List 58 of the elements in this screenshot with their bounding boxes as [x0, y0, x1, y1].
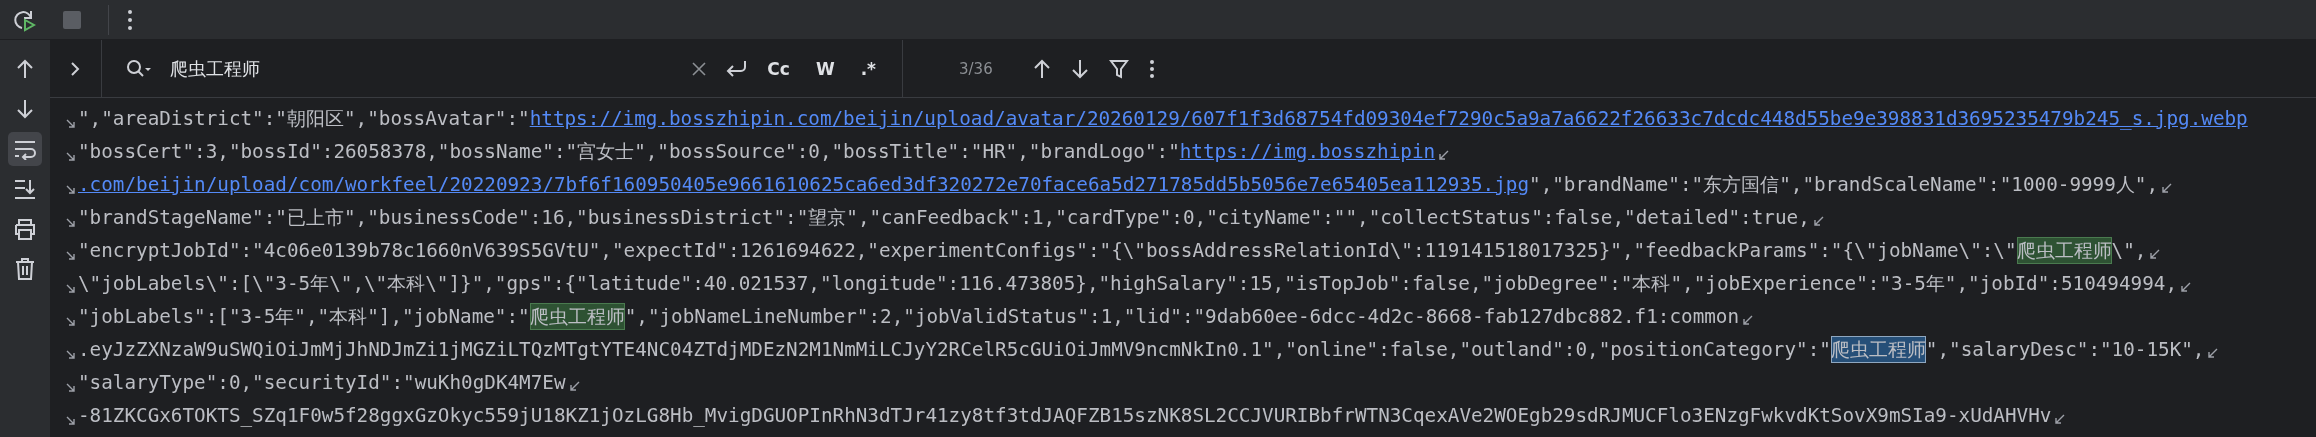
softwrap-button[interactable]	[8, 132, 42, 166]
down-arrow-icon	[14, 98, 36, 120]
log-text: \"jobLabels\":[\"3-5年\",\"本科\"]}","gps":{"latitude":40.021537,"longitude":116.473805},"highSalary":15,"isTopJob":false,"jobDegree":"本科","jobExperience":"3-5年","jobId":510494994,	[78, 271, 2178, 297]
chevron-right-icon[interactable]	[69, 59, 81, 78]
scroll-to-end-icon	[13, 178, 37, 200]
log-text: \",	[2111, 239, 2147, 262]
close-icon[interactable]	[691, 60, 708, 77]
wrap-start-icon	[66, 118, 76, 129]
wrap-start-icon	[66, 151, 76, 162]
log-text: "salaryType":0,"securityId":"wuKh0gDK4M7Ew	[78, 371, 566, 394]
wrap-end-icon	[2161, 183, 2173, 194]
log-text: ","brandName":"东方国信","brandScaleName":"1000-9999人",	[1529, 172, 2159, 198]
wrap-end-icon	[1812, 216, 1824, 227]
down-arrow-icon[interactable]	[1070, 58, 1089, 79]
wrap-end-icon	[568, 381, 580, 392]
more-icon[interactable]	[127, 8, 133, 31]
search-match: 爬虫工程师	[529, 303, 625, 330]
wrap-start-icon	[66, 316, 76, 327]
search-field[interactable]: 爬虫工程师 Cc W .*	[122, 56, 882, 81]
log-text: .eyJzZXNzaW9uSWQiOiJmMjJhNDJmZi1jMGZiLTQzMTgtYTE4NC04ZTdjMDEzN2M1NmMiLCJyY2RCelR5cGUiOiJmMV9ncmNkIn0.1","online":false,"outland":0,"positionCategory":"	[78, 338, 1831, 361]
wrap-end-icon	[1742, 315, 1754, 326]
search-option-toggle[interactable]: Cc	[761, 56, 796, 81]
printer-icon	[13, 218, 37, 240]
log-text: "encryptJobId":"4c06e0139b78c1660nV639S5GVtU","expectId":1261694622,"experimentConfigs":"{\"bossAddressRelationId\":119141518017325}","feedbackParams":"{\"jobName\":\"	[78, 239, 2017, 262]
log-text: ","jobNameLineNumber":2,"jobValidStatus":1,"lid":"9dab60ee-6dcc-4d2c-8668-fab127dbc882.f1:common	[624, 305, 1740, 328]
log-text: "jobLabels":["3-5年","本科"],"jobName":"	[78, 304, 530, 330]
wrap-end-icon	[2054, 414, 2066, 425]
wrap-start-icon	[66, 382, 76, 393]
wrap-start-icon	[66, 217, 76, 228]
url-link[interactable]: https://img.bosszhipin.com/beijin/upload/avatar/20260129/607f1f3d68754fd09304ef7290c5a9a7a6622f26633c7dcdc448d55be9e398831d3695235479b245_s.jpg.webp	[529, 107, 2248, 130]
wrap-end-icon	[2207, 348, 2219, 359]
url-link[interactable]: https://img.bosszhipin	[1179, 140, 1436, 163]
newline-icon[interactable]	[725, 59, 748, 78]
match-count: 3/36	[959, 59, 993, 78]
search-option-toggle[interactable]: .*	[854, 56, 882, 81]
more-icon[interactable]	[1148, 58, 1155, 79]
log-text: ","salaryDesc":"10-15K",	[1925, 338, 2205, 361]
search-match: 爬虫工程师	[2016, 237, 2112, 264]
log-text: ","areaDistrict":"朝阳区","bossAvatar":"	[78, 106, 530, 132]
wrap-end-icon	[1438, 150, 1450, 161]
up-arrow-icon[interactable]	[1032, 58, 1051, 79]
search-icon[interactable]	[126, 58, 152, 79]
log-text: -81ZKCGx6TOKTS_SZq1F0w5f28ggxGzOkyc559jU18KZ1jOzLG8Hb_MvigDGUOPInRhN3dTJr41zy8tf3tdJAQFZB15szNK8SL2CCJVURIBbfrWTN3CqexAVe2WOEgb29sdRJMUCFlo3ENzgFwkvdKtSovX9mSIa9-xUdAHVHv	[78, 404, 2052, 427]
wrap-start-icon	[66, 349, 76, 360]
wrap-start-icon	[66, 415, 76, 426]
trash-icon	[14, 257, 36, 281]
filter-icon[interactable]	[1108, 58, 1129, 79]
search-input[interactable]: 爬虫工程师	[170, 56, 678, 81]
log-text: "brandStageName":"已上市","businessCode":16,"businessDistrict":"望京","canFeedback":1,"cardType":0,"cityName":"","collectStatus":false,"detailed":true,	[78, 205, 1810, 231]
wrap-start-icon	[66, 283, 76, 294]
wrap-start-icon	[66, 250, 76, 261]
search-option-toggle[interactable]: W	[809, 56, 841, 81]
wrap-end-icon	[2149, 249, 2161, 260]
url-link[interactable]: .com/beijin/upload/com/workfeel/20220923/7bf6f160950405e9661610625ca6ed3df320272e70face6a5d271785dd5b5056e7e65405ea112935.jpg	[78, 173, 1530, 196]
wrap-end-icon	[2180, 282, 2192, 293]
soft-wrap-icon	[13, 138, 37, 160]
wrap-start-icon	[66, 184, 76, 195]
log-text: "bossCert":3,"bossId":26058378,"bossName":"宫女士","bossSource":0,"bossTitle":"HR","brandLogo":"	[78, 139, 1180, 165]
